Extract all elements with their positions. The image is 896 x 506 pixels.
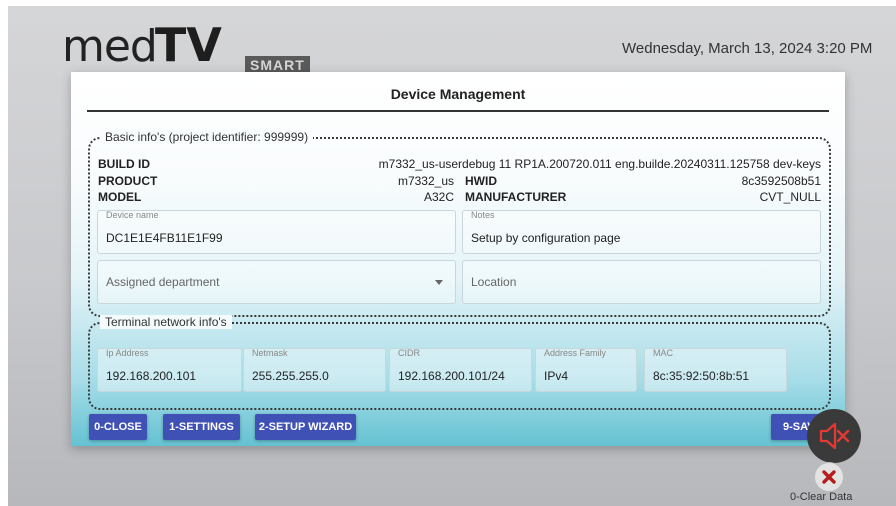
- mac-field[interactable]: MAC 8c:35:92:50:8b:51: [644, 348, 787, 392]
- address-family-label: Address Family: [544, 348, 607, 358]
- netmask-field[interactable]: Netmask 255.255.255.0: [243, 348, 386, 392]
- manufacturer-value: CVT_NULL: [759, 190, 821, 204]
- address-family-value: IPv4: [544, 369, 569, 383]
- cidr-value: 192.168.200.101/24: [398, 369, 505, 383]
- notes-label: Notes: [471, 210, 495, 220]
- product-value: m7332_us: [397, 174, 454, 188]
- cidr-label: CIDR: [398, 348, 420, 358]
- location-placeholder: Location: [471, 275, 517, 289]
- notes-value: Setup by configuration page: [471, 231, 621, 245]
- model-label: MODEL: [98, 190, 142, 204]
- hwid-value: 8c3592508b51: [741, 174, 821, 188]
- model-value: A32C: [423, 190, 454, 204]
- assigned-department-select[interactable]: Assigned department: [97, 260, 456, 304]
- netmask-label: Netmask: [252, 348, 288, 358]
- device-name-label: Device name: [106, 210, 159, 220]
- logo-tv: TV: [154, 18, 222, 72]
- chevron-down-icon: [435, 280, 443, 285]
- datetime: Wednesday, March 13, 2024 3:20 PM: [622, 40, 873, 57]
- device-management-dialog: Device Management Basic info's (project …: [71, 72, 845, 446]
- network-info-legend: Terminal network info's: [100, 315, 232, 329]
- manufacturer-label: MANUFACTURER: [465, 190, 567, 204]
- model-row: MODEL A32C MANUFACTURER CVT_NULL: [90, 190, 829, 206]
- close-button[interactable]: 0-CLOSE: [89, 414, 147, 440]
- product-label: PRODUCT: [98, 174, 158, 188]
- medtv-logo: medTV SMART: [62, 18, 310, 78]
- clear-data-button[interactable]: [814, 462, 844, 492]
- build-id-row: BUILD ID m7332_us-userdebug 11 RP1A.2007…: [90, 157, 829, 173]
- mac-label: MAC: [653, 348, 673, 358]
- clear-data-label: 0-Clear Data: [790, 491, 853, 503]
- mute-toggle-button[interactable]: [807, 409, 861, 463]
- settings-button[interactable]: 1-SETTINGS: [163, 414, 240, 440]
- basic-info-fieldset: Basic info's (project identifier: 999999…: [88, 130, 831, 317]
- network-info-fieldset: Terminal network info's Ip Address 192.1…: [88, 315, 831, 410]
- device-name-field[interactable]: Device name DC1E1E4FB11E1F99: [97, 210, 456, 254]
- hwid-label: HWID: [465, 174, 497, 188]
- ip-address-value: 192.168.200.101: [106, 369, 197, 383]
- setup-wizard-button[interactable]: 2-SETUP WIZARD: [255, 414, 356, 440]
- device-name-value: DC1E1E4FB11E1F99: [106, 231, 223, 245]
- ip-address-field[interactable]: Ip Address 192.168.200.101: [97, 348, 242, 392]
- cidr-field[interactable]: CIDR 192.168.200.101/24: [389, 348, 532, 392]
- speaker-muted-icon: [819, 422, 850, 450]
- location-field[interactable]: Location: [462, 260, 821, 304]
- product-row: PRODUCT m7332_us HWID 8c3592508b51: [90, 174, 829, 190]
- notes-field[interactable]: Notes Setup by configuration page: [462, 210, 821, 254]
- address-family-field[interactable]: Address Family IPv4: [535, 348, 637, 392]
- mac-value: 8c:35:92:50:8b:51: [653, 369, 750, 383]
- basic-info-legend: Basic info's (project identifier: 999999…: [100, 130, 314, 144]
- netmask-value: 255.255.255.0: [252, 369, 329, 383]
- build-id-label: BUILD ID: [98, 157, 150, 171]
- department-placeholder: Assigned department: [106, 275, 220, 289]
- ip-address-label: Ip Address: [106, 348, 149, 358]
- dialog-title: Device Management: [87, 86, 829, 112]
- logo-med: med: [62, 21, 158, 72]
- close-icon: [822, 470, 836, 484]
- build-id-value: m7332_us-userdebug 11 RP1A.200720.011 en…: [378, 157, 821, 171]
